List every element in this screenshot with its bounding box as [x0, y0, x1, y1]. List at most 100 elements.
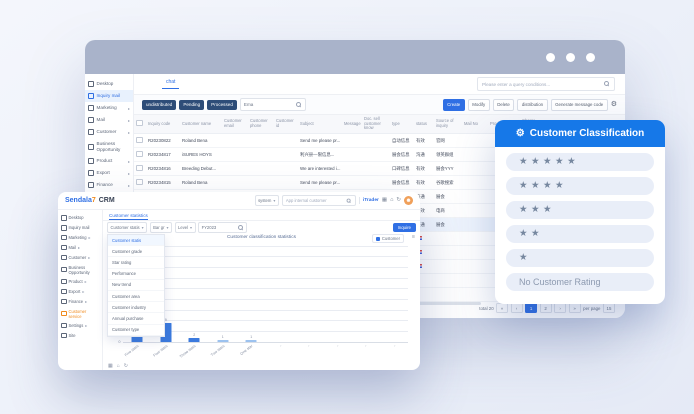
sidebar-item-inquiry-mail[interactable]: Inquiry mail [58, 223, 102, 233]
grid-icon[interactable]: ▦ [382, 198, 387, 204]
refresh-icon[interactable]: ↻ [124, 363, 128, 369]
scope-select[interactable]: system ▾ [255, 195, 279, 206]
dropdown-option-customer-type[interactable]: Customer type [108, 325, 164, 336]
window-dot-icon[interactable] [566, 53, 575, 62]
x-axis-label: - [307, 344, 310, 348]
year-input[interactable]: FY2023 [198, 222, 247, 233]
notifications-icon[interactable]: ↻ [396, 198, 401, 204]
sidebar-item-mail[interactable]: Mail▸ [85, 114, 133, 126]
home-icon[interactable]: ⌂ [117, 363, 120, 369]
gridline [123, 310, 408, 311]
filter-button-pending[interactable]: Pending [179, 100, 204, 110]
sidebar-item-desktop[interactable]: Desktop [58, 213, 102, 223]
pagination-last-button[interactable]: » [569, 303, 581, 313]
sidebar-item-icon [88, 158, 94, 164]
sidebar-item-label: Finance [69, 299, 84, 304]
rating-pill-5-star[interactable]: ★★★★★ [506, 153, 654, 171]
sidebar-item-site[interactable]: Site [58, 331, 102, 341]
table-cell [362, 134, 390, 148]
tab-customer-statistics[interactable]: Customer statistics [109, 213, 148, 221]
dropdown-option-annual-purchase[interactable]: Annual purchase [108, 313, 164, 324]
sidebar-item-settings[interactable]: Settings▸ [58, 321, 102, 331]
avatar[interactable]: ☻ [404, 196, 413, 205]
page-size-select[interactable]: 15 [603, 303, 615, 313]
pagination-page-1[interactable]: 1 [525, 303, 537, 313]
logo-mark: 7 [92, 197, 96, 204]
filter-button-undistributed[interactable]: undistributed [142, 100, 176, 110]
sidebar-item-product[interactable]: Product▸ [85, 155, 133, 167]
sidebar-item-marketing[interactable]: Marketing▸ [85, 102, 133, 114]
inquire-button[interactable]: Inquire [393, 223, 416, 232]
checkbox[interactable] [136, 179, 143, 186]
checkbox-icon [376, 237, 380, 241]
sidebar-item-business-opportunity[interactable]: Business Opportunity [58, 262, 102, 276]
category-select[interactable]: Customer statis ▾ [107, 222, 147, 233]
grid-icon[interactable]: ▦ [108, 363, 113, 369]
back-tab-bar: chat Please enter a query conditions... [134, 74, 625, 95]
chevron-right-icon: ▸ [85, 299, 87, 304]
trader-link[interactable]: iTrader [363, 198, 379, 203]
sidebar-item-inquiry-mail[interactable]: Inquiry mail [85, 90, 133, 102]
tab-chat[interactable]: chat [162, 79, 179, 89]
star-icons: ★ [519, 253, 531, 263]
sidebar-item-customer[interactable]: Customer▸ [58, 253, 102, 263]
card-header: ⚙ Customer Classification [495, 120, 665, 147]
window-dot-icon[interactable] [546, 53, 555, 62]
sidebar-item-icon [88, 93, 94, 99]
dropdown-option-customer-area[interactable]: Customer area [108, 291, 164, 302]
sidebar-item-business-opportunity[interactable]: Business Opportunity [85, 138, 133, 155]
rating-pill-no-rating[interactable]: No Customer Rating [506, 273, 654, 291]
header-checkbox-cell[interactable] [134, 115, 146, 134]
sidebar-item-label: Customer [97, 129, 126, 135]
dropdown-option-customer-grade[interactable]: Customer grade [108, 246, 164, 257]
crm-main: Customer statistics Customer statis ▾ Ba… [103, 210, 420, 370]
action-button-distribution[interactable]: distribution [517, 99, 547, 111]
pagination-page-2[interactable]: 2 [540, 303, 552, 313]
checkbox[interactable] [136, 151, 143, 158]
pagination-prev-button[interactable]: ‹ [511, 303, 523, 313]
email-search-input[interactable]: Ema [240, 98, 306, 111]
sidebar-item-finance[interactable]: Finance▸ [58, 297, 102, 307]
table-cell: R20234815 [146, 176, 180, 190]
filter-button-processed[interactable]: Processed [207, 100, 237, 110]
legend-item-customer[interactable]: Customer [372, 234, 404, 243]
query-search-input[interactable]: Please enter a query conditions... [477, 77, 615, 91]
rating-pill-2-star[interactable]: ★★ [506, 225, 654, 243]
sidebar-item-export[interactable]: Export▸ [85, 167, 133, 179]
sidebar-item-desktop[interactable]: Desktop [85, 78, 133, 90]
x-axis-label: - [364, 344, 367, 348]
home-icon[interactable]: ⌂ [390, 198, 393, 204]
rating-pill-4-star[interactable]: ★★★★ [506, 177, 654, 195]
sidebar-item-mail[interactable]: Mail▸ [58, 243, 102, 253]
action-button-delete[interactable]: Delete [493, 99, 515, 111]
sidebar-item-marketing[interactable]: Marketing▸ [58, 233, 102, 243]
column-header-mail-no: Mail No [462, 115, 488, 134]
rating-pill-3-star[interactable]: ★★★ [506, 201, 654, 219]
dropdown-option-new-trend[interactable]: New trend [108, 280, 164, 291]
dropdown-option-customer-statis[interactable]: Customer statis [108, 235, 164, 246]
dropdown-option-customer-industry[interactable]: Customer industry [108, 302, 164, 313]
dropdown-option-performance[interactable]: Performance [108, 269, 164, 280]
sidebar-item-customer[interactable]: Customer▸ [85, 126, 133, 138]
sidebar-item-customer-service[interactable]: Customer service [58, 306, 102, 320]
action-button-create[interactable]: Create [443, 99, 465, 111]
checkbox[interactable] [136, 137, 143, 144]
action-button-modify[interactable]: Modify [468, 99, 490, 111]
global-search-input[interactable]: App internal customer [282, 195, 356, 206]
action-button-generate-message-code[interactable]: Generate message code [551, 99, 608, 111]
pagination-next-button[interactable]: › [554, 303, 566, 313]
level-select[interactable]: Level ▾ [175, 222, 196, 233]
checkbox[interactable] [136, 165, 143, 172]
chart-type-select[interactable]: Bar gr ▾ [150, 222, 172, 233]
dropdown-option-star-rating[interactable]: Star rating [108, 257, 164, 268]
sidebar-item-finance[interactable]: Finance▸ [85, 179, 133, 191]
star-icons: ★★★ [519, 205, 555, 215]
pagination-first-button[interactable]: « [496, 303, 508, 313]
chart-menu-icon[interactable]: ≡ [412, 234, 415, 240]
gear-icon[interactable]: ⚙ [611, 101, 617, 108]
checkbox[interactable] [136, 120, 143, 127]
window-dot-icon[interactable] [586, 53, 595, 62]
rating-pill-1-star[interactable]: ★ [506, 249, 654, 267]
sidebar-item-product[interactable]: Product▸ [58, 277, 102, 287]
sidebar-item-export[interactable]: Export▸ [58, 287, 102, 297]
